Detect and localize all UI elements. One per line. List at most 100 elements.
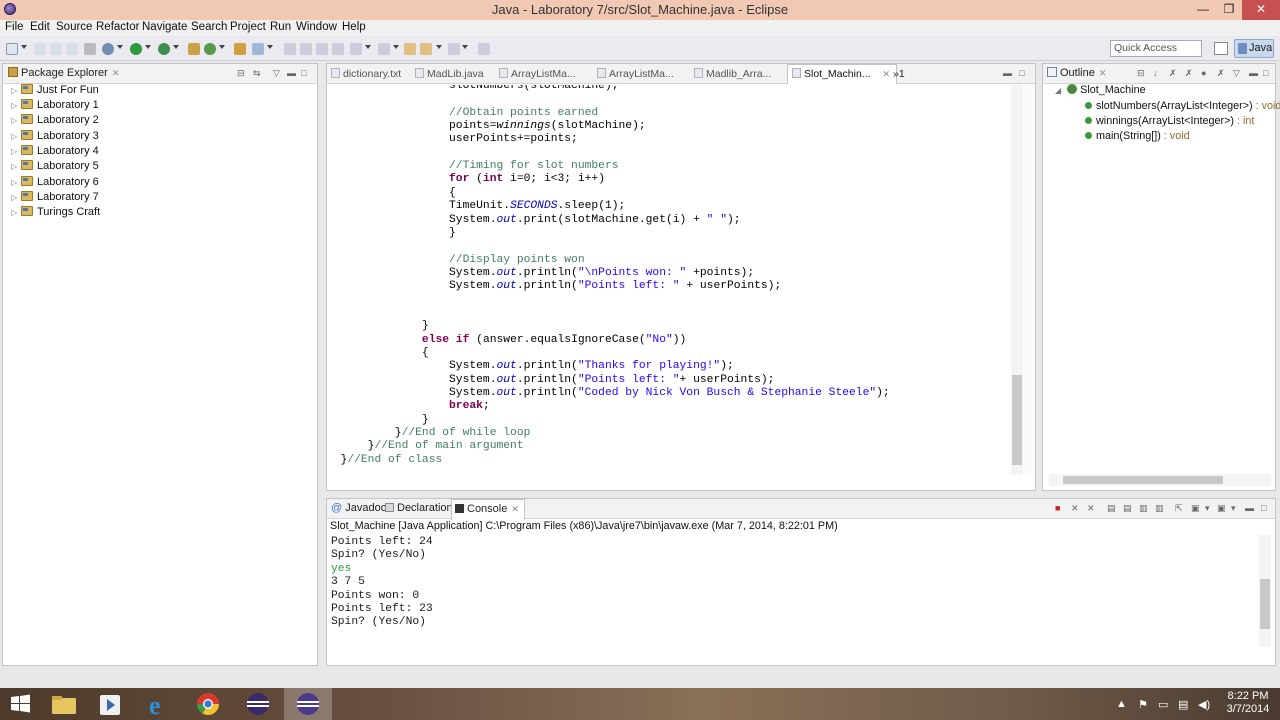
minimize-editor-icon[interactable]: ▬: [1003, 68, 1012, 78]
minimize-view-icon[interactable]: ▬: [1245, 503, 1254, 513]
menu-edit[interactable]: Edit: [30, 21, 50, 33]
prev-edit-dropdown-icon[interactable]: [393, 45, 399, 49]
project-laboratory-2[interactable]: ▷ Laboratory 2: [11, 114, 99, 129]
code-line[interactable]: }: [327, 320, 429, 333]
tab-dictionary-txt[interactable]: dictionary.txt: [331, 68, 401, 80]
sort-icon[interactable]: ↓: [1153, 68, 1158, 78]
outline-method[interactable]: slotNumbers(ArrayList<Integer>) : void: [1085, 100, 1280, 112]
print-icon[interactable]: [66, 43, 78, 55]
project-laboratory-7[interactable]: ▷ Laboratory 7: [11, 191, 99, 206]
new-java-project-icon[interactable]: [188, 43, 200, 55]
expand-icon[interactable]: ▷: [11, 101, 21, 110]
run-icon[interactable]: [130, 43, 142, 55]
internet-explorer-taskbar-button[interactable]: e: [136, 688, 184, 720]
minimize-button[interactable]: —: [1190, 0, 1216, 20]
code-line[interactable]: else if (answer.equalsIgnoreCase("No")): [327, 334, 686, 347]
editor-scroll-thumb[interactable]: [1012, 375, 1022, 465]
project-laboratory-1[interactable]: ▷ Laboratory 1: [11, 99, 99, 114]
system-clock[interactable]: 8:22 PM 3/7/2014: [1220, 690, 1276, 716]
new-dropdown-icon[interactable]: [21, 45, 27, 49]
hide-nonpublic-icon[interactable]: ●: [1201, 68, 1206, 78]
code-line[interactable]: slotNumbers(slotMachine);: [327, 85, 619, 93]
volume-icon[interactable]: ◀): [1198, 698, 1210, 711]
tab-package-explorer[interactable]: Package Explorer ✕: [8, 67, 119, 79]
next-annotation-icon[interactable]: [284, 43, 296, 55]
eclipse-taskbar-button[interactable]: [234, 688, 282, 720]
new-icon[interactable]: [6, 43, 18, 55]
menu-search[interactable]: Search: [191, 21, 227, 33]
tab-madlib-java[interactable]: MadLib.java: [415, 68, 484, 80]
clear-console-icon[interactable]: ▤: [1107, 503, 1116, 514]
menu-navigate[interactable]: Navigate: [142, 21, 187, 33]
new-class-dropdown-icon[interactable]: [219, 45, 225, 49]
menu-run[interactable]: Run: [270, 21, 291, 33]
project-laboratory-6[interactable]: ▷ Laboratory 6: [11, 176, 99, 191]
tab-javadoc[interactable]: @ Javadoc: [331, 502, 386, 514]
view-menu-icon[interactable]: ▽: [273, 68, 280, 79]
prev-annotation-icon[interactable]: [300, 43, 312, 55]
terminate-icon[interactable]: ■: [1055, 503, 1060, 513]
hide-static-icon[interactable]: ✗: [1185, 68, 1193, 79]
outline-method[interactable]: winnings(ArrayList<Integer>) : int: [1085, 115, 1254, 127]
media-player-taskbar-button[interactable]: [88, 688, 136, 720]
code-line[interactable]: //Obtain points earned: [327, 107, 598, 120]
minimize-view-icon[interactable]: ▬: [287, 68, 296, 78]
toggle-breadcrumb-icon[interactable]: [84, 43, 96, 55]
prev-edit-icon[interactable]: [378, 43, 390, 55]
expand-icon[interactable]: ▷: [11, 162, 21, 171]
code-line[interactable]: for (int i=0; i<3; i++): [327, 173, 605, 186]
scroll-lock-icon[interactable]: ▤: [1123, 503, 1132, 514]
show-stdout-icon[interactable]: ▥: [1139, 503, 1148, 514]
tab-outline[interactable]: Outline ✕: [1047, 67, 1106, 79]
code-line[interactable]: System.out.println("Coded by Nick Von Bu…: [327, 387, 890, 400]
tab-arraylistma-2[interactable]: ArrayListMa...: [597, 68, 674, 80]
maximize-view-icon[interactable]: □: [1263, 68, 1268, 78]
code-line[interactable]: }//End of main argument: [327, 440, 524, 453]
quick-access-input[interactable]: Quick Access: [1110, 40, 1202, 57]
code-line[interactable]: //Timing for slot numbers: [327, 160, 618, 173]
code-editor[interactable]: slotNumbers(slotMachine); //Obtain point…: [327, 85, 1011, 479]
display-console-icon[interactable]: ▣: [1191, 503, 1200, 514]
outline-scroll-thumb[interactable]: [1063, 476, 1223, 484]
show-stderr-icon[interactable]: ▥: [1155, 503, 1164, 514]
close-view-icon[interactable]: ✕: [1099, 68, 1107, 78]
view-menu-icon[interactable]: ▽: [1233, 68, 1240, 79]
hide-fields-icon[interactable]: ✗: [1169, 68, 1177, 79]
forward-dropdown-icon[interactable]: [436, 45, 442, 49]
next-edit-dropdown-icon[interactable]: [365, 45, 371, 49]
tab-console[interactable]: Console ✕: [451, 499, 525, 520]
project-just-for-fun[interactable]: ▷ Just For Fun: [11, 84, 99, 99]
maximize-editor-icon[interactable]: □: [1019, 68, 1024, 78]
code-line[interactable]: }//End of class: [327, 454, 443, 467]
show-hidden-icons-icon[interactable]: ▲: [1116, 698, 1127, 710]
project-laboratory-5[interactable]: ▷ Laboratory 5: [11, 160, 99, 175]
save-all-icon[interactable]: [50, 43, 62, 55]
code-line[interactable]: TimeUnit.SECONDS.sleep(1);: [327, 200, 625, 213]
debug-icon[interactable]: [102, 43, 114, 55]
coverage-dropdown-icon[interactable]: [173, 45, 179, 49]
next-edit-icon[interactable]: [350, 43, 362, 55]
pin-editor-icon[interactable]: [478, 43, 490, 55]
forward-icon[interactable]: [420, 43, 432, 55]
close-button[interactable]: ✕: [1242, 0, 1280, 20]
maximize-button[interactable]: ❐: [1216, 0, 1242, 20]
more-tabs-button[interactable]: »1: [893, 68, 905, 80]
menu-window[interactable]: Window: [296, 21, 337, 33]
navigate-dropdown-icon[interactable]: [462, 45, 468, 49]
network-icon[interactable]: ▤: [1178, 698, 1188, 711]
project-laboratory-3[interactable]: ▷ Laboratory 3: [11, 130, 99, 145]
maximize-view-icon[interactable]: □: [301, 68, 306, 78]
code-line[interactable]: System.out.println("Points left: "+ user…: [327, 374, 774, 387]
project-turings-craft[interactable]: ▷ Turings Craft: [11, 206, 100, 221]
open-console-dropdown-icon[interactable]: ▾: [1231, 503, 1236, 514]
link-with-editor-icon[interactable]: ⇆: [253, 68, 261, 79]
chrome-taskbar-button[interactable]: [184, 688, 232, 720]
file-explorer-taskbar-button[interactable]: [40, 688, 88, 720]
coverage-icon[interactable]: [158, 43, 170, 55]
open-type-icon[interactable]: [234, 43, 246, 55]
menu-refactor[interactable]: Refactor: [96, 21, 139, 33]
menu-file[interactable]: File: [5, 21, 24, 33]
close-view-icon[interactable]: ✕: [511, 504, 519, 514]
overview-ruler[interactable]: [1024, 85, 1034, 475]
code-line[interactable]: break;: [327, 400, 490, 413]
